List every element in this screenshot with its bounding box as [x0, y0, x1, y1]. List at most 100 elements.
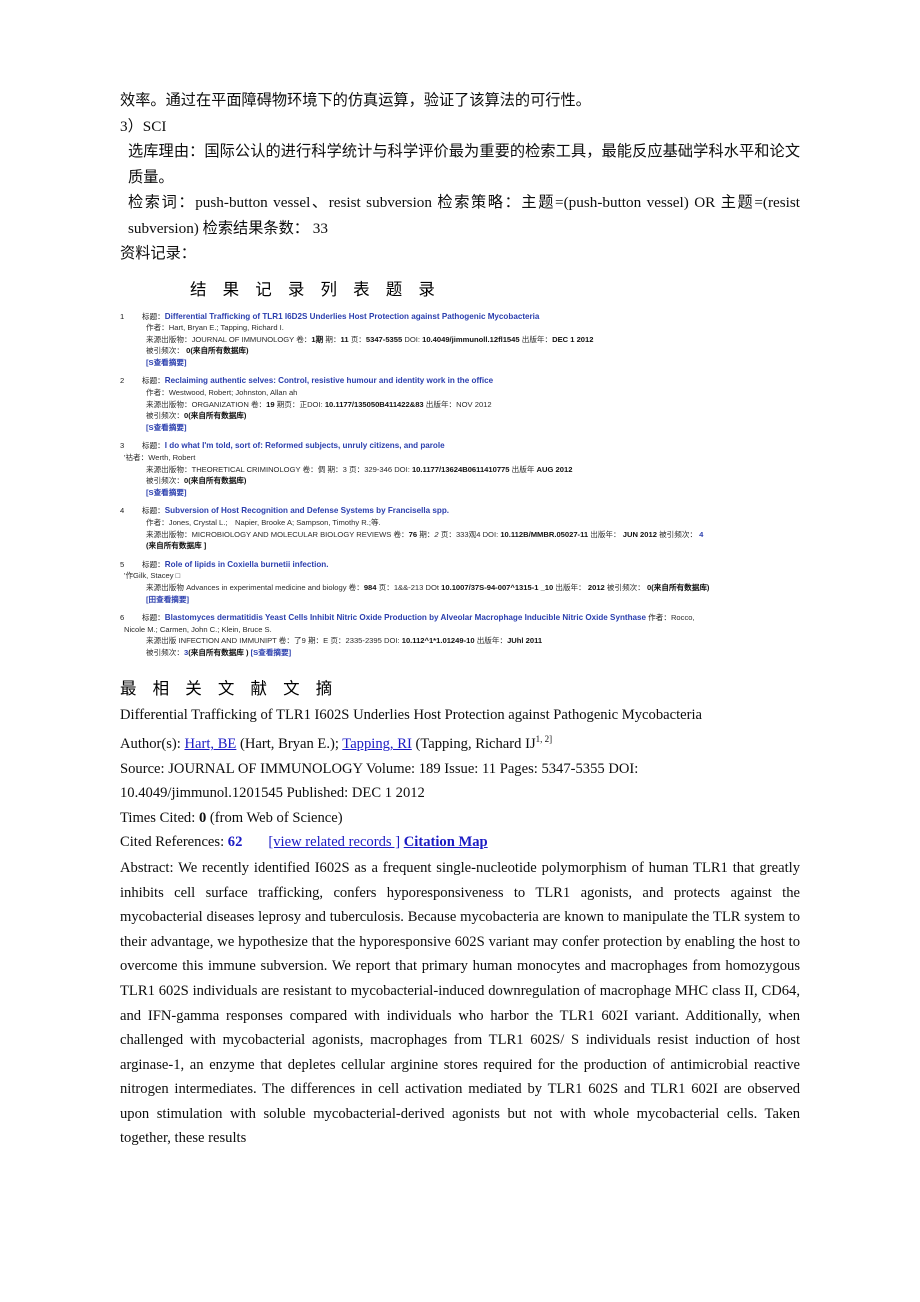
record-authors: Westwood, Robert; Johnston, Allan ah — [168, 388, 298, 398]
record-cited-label: 被引频次： — [659, 529, 698, 539]
paragraph-reason: 选库理由：国际公认的进行科学统计与科学评价最为重要的检索工具，最能反应基础学科水… — [128, 143, 800, 186]
record-issue: 11 — [340, 334, 349, 344]
record-source: INFECTION AND IMMUNIPT — [178, 636, 277, 646]
record-number: 1 — [120, 311, 125, 321]
record-pages-label: 页： — [440, 529, 456, 539]
record-authors-line: 作者：Westwood, Robert; Johnston, Allan ah — [146, 387, 800, 399]
record-title-label: 标题： — [142, 441, 165, 451]
record-cited-label: 被引频次： — [146, 411, 184, 421]
record-pages: 333观4 — [455, 529, 481, 539]
abstract-doi-line: 10.4049/jimmunol.1201545 Published: DEC … — [120, 785, 425, 802]
record-doi-label: DOI: — [383, 636, 400, 646]
record-title-link[interactable]: Blastomyces dermatitidis Yeast Cells Inh… — [165, 613, 646, 622]
record-item: 3 标题：I do what I'm told, sort of: Reform… — [120, 440, 800, 498]
record-authors-inline: Rocco, — [670, 613, 695, 623]
view-abstract-link[interactable]: [S查看摘要] — [251, 648, 292, 657]
cited-refs-value[interactable]: 62 — [228, 834, 243, 850]
record-doi-label: DOt — [425, 582, 440, 592]
intro-prose: 效率。通过在平面障碍物环境下的仿真运算，验证了该算法的可行性。 3）SCI 选库… — [120, 88, 800, 267]
record-volume: 19 — [266, 399, 275, 409]
record-doi: 10.112^1*1.01249-10 — [401, 636, 475, 646]
author-affiliation-superscript: 1, 2] — [535, 734, 553, 745]
record-pages: 1&&-213 — [393, 582, 424, 592]
record-title-line: 标题：Reclaiming authentic selves: Control,… — [142, 375, 800, 387]
record-citedcount-line: 被引频次：3(来自所有数据库 ) [S查看摘要] — [146, 647, 800, 659]
record-title-link[interactable]: Differential Trafficking of TLR1 I6D2S U… — [165, 312, 540, 321]
view-abstract-link[interactable]: [S查看摘要] — [146, 423, 187, 432]
record-source-label: 来源出版物 — [146, 582, 184, 592]
record-source: ORGANIZATION — [191, 399, 249, 409]
record-doi: 10.4049/jimmunoll.12fl1545 — [422, 334, 520, 344]
record-doi: 10.112B/MMBR.05027-11 — [500, 529, 589, 539]
record-pubyear: JUhl 2011 — [507, 636, 543, 646]
record-title-line: 标题：Role of lipids in Coxiella burnetii i… — [142, 559, 800, 571]
record-cited-suffix: (来自所有数据库) — [190, 346, 249, 356]
record-item: 6 标题：Blastomyces dermatitidis Yeast Cell… — [120, 612, 800, 658]
author-1-link[interactable]: Hart, BE — [184, 736, 236, 752]
view-abstract-link[interactable]: [S查看摘要] — [146, 358, 187, 367]
record-pubyear-label: 出版年： — [425, 399, 457, 409]
record-title-label: 标题： — [142, 376, 165, 386]
record-source: Advances in experimental medicine and bi… — [186, 582, 347, 592]
record-title-link[interactable]: Subversion of Host Recognition and Defen… — [165, 506, 449, 515]
record-cited-suffix: (来自所有数据库 ] — [146, 541, 207, 551]
record-issue-label: 期： — [327, 464, 343, 474]
record-doi: 10.1177/13624B0611410775 — [411, 464, 510, 474]
record-title-link[interactable]: I do what I'm told, sort of: Reformed su… — [165, 441, 445, 450]
record-authors: Nicole M.; Carmen, John C.; Klein, Bruce… — [124, 624, 272, 634]
record-author-label: '作 — [124, 571, 134, 581]
record-item: 2 标题：Reclaiming authentic selves: Contro… — [120, 375, 800, 433]
record-author-label: 作者： — [648, 613, 671, 623]
abstract-source-line: Source: JOURNAL OF IMMUNOLOGY Volume: 18… — [120, 760, 639, 777]
record-pages: 2335-2395 — [345, 636, 382, 646]
record-title-link[interactable]: Reclaiming authentic selves: Control, re… — [165, 376, 493, 385]
record-pubyear: AUG 2012 — [536, 464, 573, 474]
abstract-detail-block: Differential Trafficking of TLR1 I602S U… — [120, 703, 800, 855]
record-pubyear-label: 出版年 — [511, 464, 535, 474]
record-issue: 3 — [342, 464, 347, 474]
record-source: THEORETICAL CRIMINOLOGY — [191, 464, 301, 474]
record-source-label: 来源出版物： — [146, 334, 192, 344]
abstract-section-heading: 最 相 关 文 献 文 摘 — [120, 678, 339, 698]
record-source-line: 来源出版物：THEORETICAL CRIMINOLOGY 卷：倜 期：3 页：… — [146, 464, 800, 476]
record-item: 5 标题：Role of lipids in Coxiella burnetii… — [120, 559, 800, 605]
record-title-label: 标题： — [142, 311, 165, 321]
record-source: MICROBIOLOGY AND MOLECULAR BIOLOGY REVIE… — [191, 529, 392, 539]
record-cited-suffix: (来自所有数据库) — [188, 411, 247, 421]
record-author-label: 作者： — [146, 518, 169, 527]
record-cited-label: 被引频次： — [146, 476, 184, 486]
record-author-label: '祜者： — [124, 453, 149, 463]
record-authors: Jones, Crystal L.; Napier, Brooke A; Sam… — [168, 518, 381, 527]
record-pubyear-label: 出版年： — [590, 529, 621, 539]
view-abstract-link[interactable]: [田查看摘要] — [146, 595, 189, 604]
record-volume-label: 卷： — [250, 399, 267, 409]
authors-label: Author(s): — [120, 735, 181, 752]
record-authors-line: '祜者：Werth, Robert — [124, 452, 800, 464]
record-title-link[interactable]: Role of lipids in Coxiella burnetii infe… — [165, 560, 329, 569]
view-related-records-link[interactable]: [view related records ] — [268, 834, 400, 850]
record-pubyear-label: 出版年： — [476, 636, 508, 646]
results-list-heading: 结 果 记 录 列 表 题 录 — [190, 279, 441, 299]
view-abstract-link[interactable]: [S查看摘要] — [146, 488, 187, 497]
record-citedcount-line: 被引频次： 0(来自所有数据库) — [146, 345, 800, 357]
record-pubyear-label: 出版年： — [555, 582, 586, 592]
record-issue-label: 期： — [307, 636, 324, 646]
citation-map-link[interactable]: Citation Map — [404, 834, 488, 850]
author-2-link[interactable]: Tapping, RI — [342, 736, 412, 752]
record-number: 4 — [120, 506, 125, 516]
record-volume: 76 — [408, 529, 418, 539]
record-pages-label: 页： — [378, 582, 394, 592]
record-citedcount-line: (来自所有数据库 ] — [146, 540, 800, 552]
record-doi-label: DOI: — [404, 334, 420, 344]
record-cited-suffix: (来自所有数据库) — [651, 582, 710, 592]
record-number: 2 — [120, 376, 125, 386]
record-title-label: 标题： — [142, 506, 165, 516]
record-authors-line: '作Gilk, Stacey □ — [124, 570, 800, 582]
record-author-label: 作者： — [146, 388, 169, 398]
record-issue-label: 期页： — [276, 399, 300, 409]
paragraph-item-sci: 3）SCI — [120, 117, 167, 135]
record-source-line: 来源出版物：MICROBIOLOGY AND MOLECULAR BIOLOGY… — [146, 529, 800, 541]
record-authors-line: Nicole M.; Carmen, John C.; Klein, Bruce… — [124, 624, 800, 636]
record-citedcount-line: 被引频次：0(来自所有数据库) — [146, 410, 800, 422]
record-authors: Werth, Robert — [148, 453, 196, 463]
